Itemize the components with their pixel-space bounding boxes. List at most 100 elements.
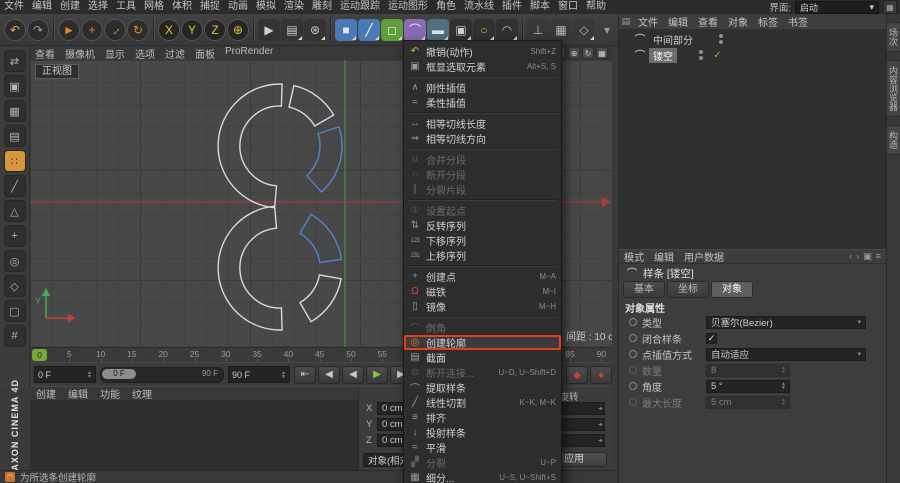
attribute-dropdown[interactable]: 自动适应 ▾: [706, 347, 866, 361]
add-cube-icon[interactable]: ■: [335, 18, 357, 41]
material-menu-item[interactable]: 编辑: [62, 386, 94, 401]
context-menu-item[interactable]: ∪ 合并分段: [404, 152, 561, 167]
menubar-item[interactable]: 窗口: [554, 0, 582, 14]
context-menu-item[interactable]: ▞ 分裂 U~P: [404, 455, 561, 470]
editor-visibility-dot[interactable]: [719, 34, 723, 38]
context-menu-item-highlighted[interactable]: ◎ 创建轮廓: [404, 335, 561, 350]
live-selection-icon[interactable]: ►: [58, 18, 80, 41]
context-menu-item[interactable]: ⇅ 反转序列: [404, 218, 561, 233]
floor-object-icon[interactable]: ▬: [427, 18, 449, 41]
viewport-menu-item[interactable]: 选项: [130, 46, 160, 61]
z-axis-lock-icon[interactable]: Z: [204, 18, 226, 41]
menubar-item[interactable]: 捕捉: [196, 0, 224, 14]
context-menu-item[interactable]: ▣ 框显选取元素 Alt+S, S: [404, 59, 561, 74]
material-menu-item[interactable]: 创建: [30, 386, 62, 401]
start-frame-field[interactable]: 0 F ▲ ▼: [34, 366, 96, 383]
enable-axis-icon[interactable]: ⊥: [527, 18, 549, 41]
edges-mode-icon[interactable]: ╱: [3, 175, 26, 197]
stepper-icon[interactable]: ◂▸: [598, 405, 603, 412]
undo-icon[interactable]: ↶: [4, 18, 26, 41]
viewport-menu-item[interactable]: ProRender: [220, 46, 278, 61]
context-menu-item[interactable]: ▤ 截面: [404, 350, 561, 365]
zoom-view-icon[interactable]: ⊕: [568, 47, 580, 59]
context-menu-item[interactable]: ≈ 柔性插值: [404, 95, 561, 110]
material-menu-item[interactable]: 功能: [94, 386, 126, 401]
tab-对象[interactable]: 对象: [711, 281, 753, 298]
workplane-icon[interactable]: ▦: [550, 18, 572, 41]
make-editable-icon[interactable]: ⇄: [3, 50, 26, 72]
subdivision-surface-icon[interactable]: ◻: [381, 18, 403, 41]
panel-menu-icon[interactable]: ≡: [876, 251, 881, 262]
context-menu-item[interactable]: ≡ 排齐: [404, 410, 561, 425]
menubar-item[interactable]: 编辑: [28, 0, 56, 14]
panel-grid-icon[interactable]: ▤: [619, 16, 633, 27]
stepper-icon[interactable]: ◂▸: [598, 437, 603, 444]
menubar-item[interactable]: 选择: [84, 0, 112, 14]
anim-toggle-icon[interactable]: [629, 382, 637, 390]
object-row[interactable]: ⌒ 中间部分: [619, 31, 886, 47]
menubar-item[interactable]: 运动图形: [384, 0, 432, 14]
context-menu-item[interactable]: ① 设置起点: [404, 203, 561, 218]
y-axis-lock-icon[interactable]: Y: [181, 18, 203, 41]
history-forward-icon[interactable]: ›: [856, 251, 859, 262]
attribute-menu-item[interactable]: 用户数据: [679, 249, 729, 264]
context-menu-item[interactable]: + 创建点 M~A: [404, 269, 561, 284]
attribute-number-field[interactable]: 5 ° ▲ ▼: [706, 379, 790, 393]
lock-panel-icon[interactable]: ▣: [863, 251, 872, 262]
enabled-check-icon[interactable]: ✓: [711, 50, 724, 61]
object-menu-item[interactable]: 书签: [783, 14, 813, 29]
bend-deformer-icon[interactable]: ⌒: [404, 18, 426, 41]
enable-axis-mode-icon[interactable]: +: [3, 225, 26, 247]
previous-key-button[interactable]: ◀: [318, 365, 340, 384]
render-picture-viewer-icon[interactable]: ▤: [281, 18, 303, 41]
slider-handle[interactable]: 0 F: [102, 368, 136, 379]
object-list[interactable]: ⌒ 中间部分 ⌒ 镂空 ✓: [619, 29, 886, 249]
menubar-item[interactable]: 工具: [112, 0, 140, 14]
points-mode-icon[interactable]: ∷: [3, 150, 26, 172]
light-object-icon[interactable]: ○: [473, 18, 495, 41]
history-back-icon[interactable]: ‹: [849, 251, 852, 262]
render-view-icon[interactable]: ▶: [258, 18, 280, 41]
viewport-menu-item[interactable]: 过滤: [160, 46, 190, 61]
menubar-item[interactable]: 模拟: [252, 0, 280, 14]
menubar-item[interactable]: 创建: [56, 0, 84, 14]
stepper-icon[interactable]: ◂▸: [598, 421, 603, 428]
render-visibility-dot[interactable]: [719, 40, 723, 44]
visibility-dots[interactable]: [719, 34, 723, 44]
previous-frame-button[interactable]: ◀: [342, 365, 364, 384]
texture-mode-icon[interactable]: ▦: [3, 100, 26, 122]
coordinate-system-icon[interactable]: ⊕: [227, 18, 249, 41]
context-menu-item[interactable]: ⊘ 断开连接... U~D, U~Shift+D: [404, 365, 561, 380]
attribute-menu-item[interactable]: 模式: [619, 249, 649, 264]
tab-坐标[interactable]: 坐标: [667, 281, 709, 298]
menubar-item[interactable]: 角色: [432, 0, 460, 14]
context-menu-item[interactable]: ▦ 细分... U~S, U~Shift+S: [404, 470, 561, 483]
context-menu-item[interactable]: ↓ 投射样条: [404, 425, 561, 440]
context-menu-item[interactable]: 123 下移序列: [404, 233, 561, 248]
model-mode-icon[interactable]: ▣: [3, 75, 26, 97]
render-settings-icon[interactable]: ⊛: [304, 18, 326, 41]
timeline-playhead[interactable]: 0: [32, 349, 47, 361]
menubar-item[interactable]: 雕刻: [308, 0, 336, 14]
attribute-menu-item[interactable]: 编辑: [649, 249, 679, 264]
context-menu-item[interactable]: ∥ 分裂片段: [404, 182, 561, 197]
object-menu-item[interactable]: 对象: [723, 14, 753, 29]
anim-toggle-icon[interactable]: [629, 366, 637, 374]
menubar-item[interactable]: 流水线: [460, 0, 498, 14]
material-list-area[interactable]: [30, 401, 358, 470]
context-menu-item[interactable]: ⇒ 相等切线方向: [404, 131, 561, 146]
menubar-item[interactable]: 动画: [224, 0, 252, 14]
context-menu-item[interactable]: ≈ 平滑: [404, 440, 561, 455]
attribute-number-field[interactable]: 8 ▲ ▼: [706, 363, 790, 377]
object-menu-item[interactable]: 标签: [753, 14, 783, 29]
context-menu-item[interactable]: ∧ 刚性插值: [404, 80, 561, 95]
object-menu-item[interactable]: 查看: [693, 14, 723, 29]
stepper-icon[interactable]: ▲ ▼: [87, 370, 92, 379]
material-menu-item[interactable]: 纹理: [126, 386, 158, 401]
dock-tab[interactable]: 内容浏览器: [886, 60, 900, 117]
menubar-item[interactable]: 脚本: [526, 0, 554, 14]
menubar-item[interactable]: 网格: [140, 0, 168, 14]
context-menu-item[interactable]: ∩ 断开分段: [404, 167, 561, 182]
record-keyframe-button[interactable]: ◆: [566, 366, 588, 384]
menubar-item[interactable]: 体积: [168, 0, 196, 14]
